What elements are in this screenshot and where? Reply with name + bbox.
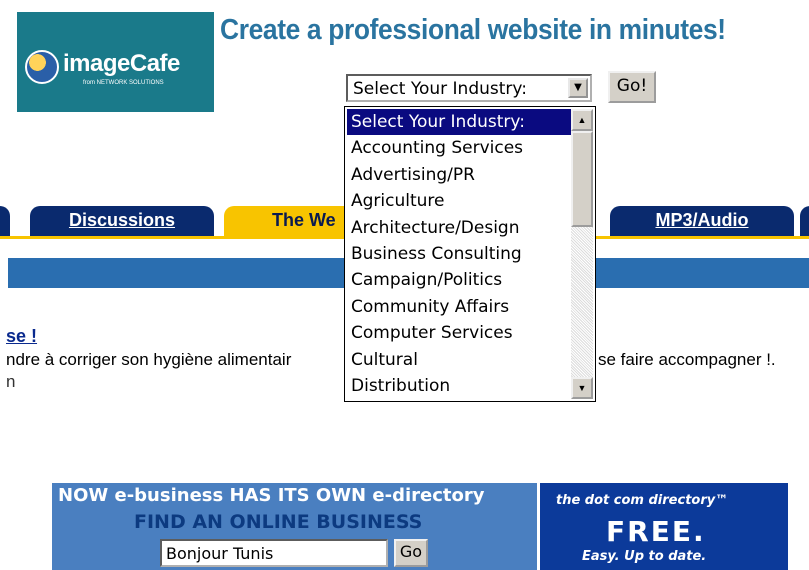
dropdown-option[interactable]: Architecture/Design bbox=[347, 215, 571, 241]
imagecafe-logo[interactable]: imageCafe from NETWORK SOLUTIONS bbox=[17, 12, 214, 112]
logo-name: imageCafe bbox=[63, 50, 180, 77]
industry-dropdown-list[interactable]: Select Your Industry: Accounting Service… bbox=[344, 106, 596, 402]
ad-top-line: NOW e-business HAS ITS OWN e-directory bbox=[58, 485, 485, 506]
dropdown-options: Select Your Industry: Accounting Service… bbox=[347, 109, 571, 399]
ad-search-input[interactable]: Bonjour Tunis bbox=[160, 539, 388, 567]
tab-mp3-audio[interactable]: MP3/Audio bbox=[610, 206, 794, 236]
scroll-up-icon[interactable]: ▲ bbox=[571, 109, 593, 131]
tab-partial-right[interactable] bbox=[800, 206, 809, 236]
dropdown-option[interactable]: Distribution bbox=[347, 373, 571, 399]
scroll-down-icon[interactable]: ▼ bbox=[571, 377, 593, 399]
ad-free-text: FREE. bbox=[606, 515, 706, 548]
dropdown-option[interactable]: Agriculture bbox=[347, 188, 571, 214]
dropdown-arrow-icon[interactable]: ▼ bbox=[568, 78, 588, 98]
ad-dotcom-text: the dot com directory™ bbox=[556, 493, 729, 508]
ad-search-panel: NOW e-business HAS ITS OWN e-directory F… bbox=[52, 483, 537, 570]
dropdown-option[interactable]: Advertising/PR bbox=[347, 162, 571, 188]
dropdown-option[interactable]: Accounting Services bbox=[347, 135, 571, 161]
dropdown-option[interactable]: Computer Services bbox=[347, 320, 571, 346]
dropdown-scrollbar[interactable]: ▲ ▼ bbox=[571, 109, 593, 399]
industry-select[interactable]: Select Your Industry: ▼ bbox=[346, 74, 592, 102]
ad-find-line: FIND AN ONLINE BUSINESS bbox=[134, 511, 423, 533]
article-body-right: se faire accompagner !. bbox=[598, 350, 776, 369]
dropdown-option[interactable]: Community Affairs bbox=[347, 294, 571, 320]
ad-easy-text: Easy. Up to date. bbox=[582, 549, 707, 564]
industry-select-value: Select Your Industry: bbox=[353, 79, 527, 99]
headline: Create a professional website in minutes… bbox=[220, 14, 726, 46]
e-directory-ad[interactable]: NOW e-business HAS ITS OWN e-directory F… bbox=[52, 483, 788, 570]
article-subtext: n bbox=[6, 372, 16, 391]
dropdown-option[interactable]: Business Consulting bbox=[347, 241, 571, 267]
dropdown-option[interactable]: Select Your Industry: bbox=[347, 109, 571, 136]
tab-discussions[interactable]: Discussions bbox=[30, 206, 214, 236]
dropdown-option[interactable]: Campaign/Politics bbox=[347, 267, 571, 293]
logo-subtitle: from NETWORK SOLUTIONS bbox=[83, 80, 164, 86]
ad-free-panel[interactable]: the dot com directory™ FREE. Easy. Up to… bbox=[540, 483, 788, 570]
globe-icon bbox=[25, 50, 59, 84]
ad-go-button[interactable]: Go bbox=[394, 539, 428, 567]
go-button[interactable]: Go! bbox=[608, 71, 656, 103]
tab-partial-left[interactable] bbox=[0, 206, 10, 236]
scroll-thumb[interactable] bbox=[571, 131, 593, 227]
dropdown-option[interactable]: Cultural bbox=[347, 347, 571, 373]
article-body-left: ndre à corriger son hygiène alimentair bbox=[6, 350, 292, 369]
article-title-link[interactable]: se ! bbox=[6, 326, 37, 347]
